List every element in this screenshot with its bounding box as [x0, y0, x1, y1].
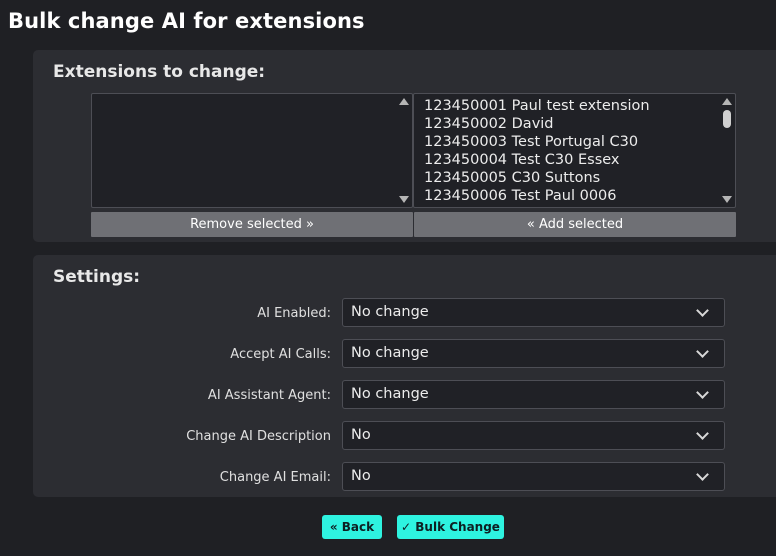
scroll-down-arrow-icon[interactable] [399, 196, 409, 203]
bulk-change-button[interactable]: ✓ Bulk Change [397, 515, 504, 539]
selected-extensions-list[interactable] [91, 93, 413, 208]
selected-list-scrollbar[interactable] [396, 94, 412, 207]
list-item[interactable]: 123450002 David [424, 115, 715, 133]
available-extensions-list[interactable]: 123450001 Paul test extension 123450002 … [413, 93, 736, 208]
change-ai-email-label: Change AI Email: [219, 470, 331, 485]
accept-ai-calls-value: No change [351, 345, 429, 361]
chevron-down-icon [696, 304, 709, 317]
scroll-up-arrow-icon[interactable] [722, 98, 732, 105]
chevron-down-icon [696, 386, 709, 399]
list-item[interactable]: 123450006 Test Paul 0006 [424, 187, 715, 205]
accept-ai-calls-select[interactable]: No change [342, 339, 725, 368]
ai-enabled-value: No change [351, 304, 429, 320]
change-ai-email-select[interactable]: No [342, 462, 725, 491]
scroll-thumb[interactable] [723, 110, 731, 128]
change-ai-description-select[interactable]: No [342, 421, 725, 450]
available-extensions-items: 123450001 Paul test extension 123450002 … [424, 97, 715, 205]
remove-selected-button[interactable]: Remove selected » [91, 212, 413, 237]
list-item[interactable]: 123450004 Test C30 Essex [424, 151, 715, 169]
list-item[interactable]: 123450005 C30 Suttons [424, 169, 715, 187]
ai-assistant-agent-value: No change [351, 386, 429, 402]
extensions-panel: Extensions to change: 123450001 Paul tes… [33, 50, 776, 242]
add-selected-button[interactable]: « Add selected [414, 212, 736, 237]
ai-assistant-agent-label: AI Assistant Agent: [207, 388, 331, 403]
available-list-scrollbar[interactable] [719, 94, 735, 207]
chevron-down-icon [696, 345, 709, 358]
ai-enabled-select[interactable]: No change [342, 298, 725, 327]
chevron-down-icon [696, 468, 709, 481]
chevron-down-icon [696, 427, 709, 440]
list-item[interactable]: 123450003 Test Portugal C30 [424, 133, 715, 151]
scroll-down-arrow-icon[interactable] [722, 196, 732, 203]
change-ai-description-label: Change AI Description [186, 429, 331, 444]
ai-enabled-label: AI Enabled: [257, 306, 331, 321]
accept-ai-calls-label: Accept AI Calls: [230, 347, 331, 362]
page-title: Bulk change AI for extensions [8, 9, 365, 33]
back-button[interactable]: « Back [322, 515, 382, 539]
list-item[interactable]: 123450001 Paul test extension [424, 97, 715, 115]
change-ai-description-value: No [351, 427, 371, 443]
change-ai-email-value: No [351, 468, 371, 484]
settings-heading: Settings: [53, 267, 141, 287]
scroll-up-arrow-icon[interactable] [399, 98, 409, 105]
extensions-heading: Extensions to change: [53, 62, 266, 82]
settings-panel: Settings: AI Enabled: No change Accept A… [33, 255, 776, 497]
ai-assistant-agent-select[interactable]: No change [342, 380, 725, 409]
